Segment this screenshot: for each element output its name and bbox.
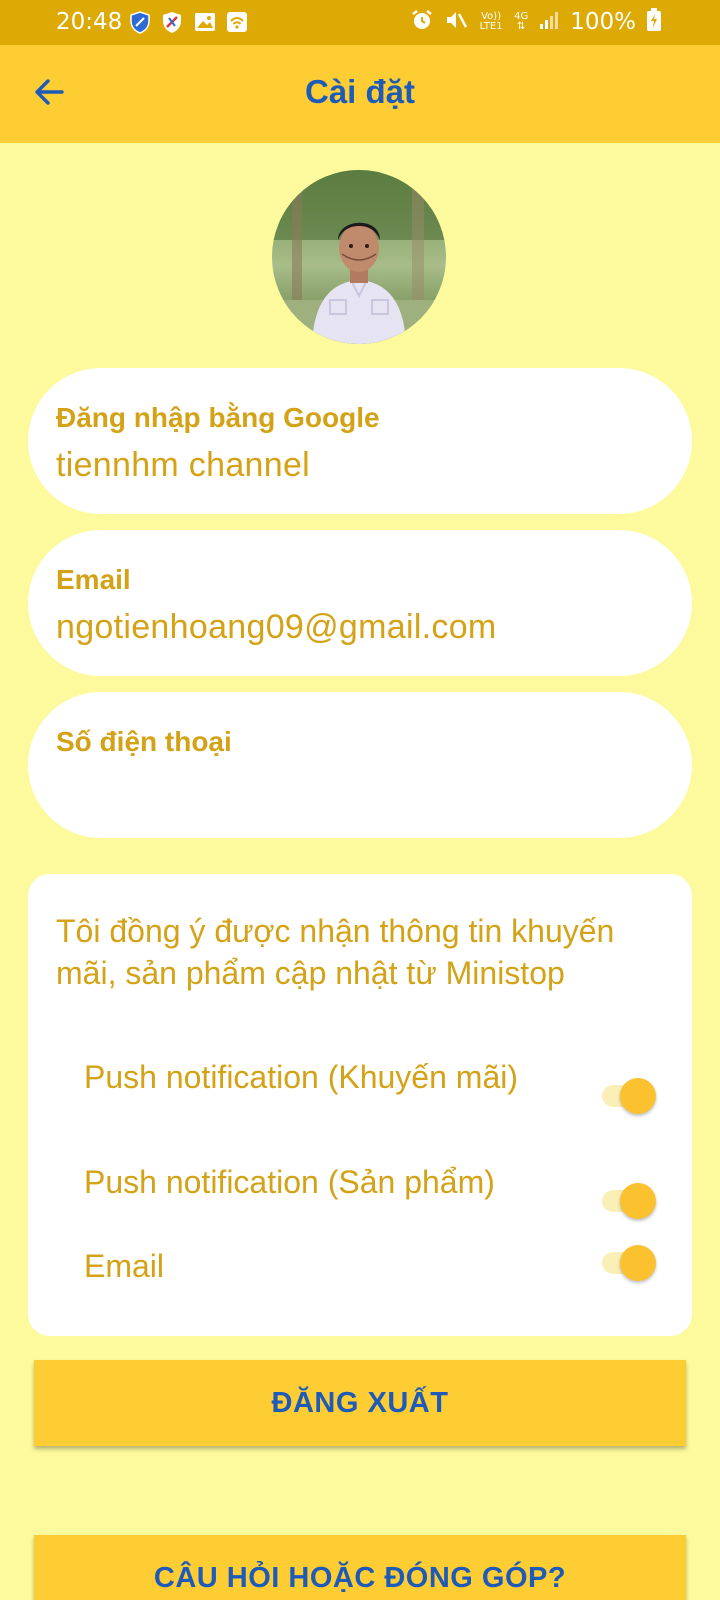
app-bar: Cài đặt <box>0 45 720 143</box>
mute-icon <box>444 8 468 36</box>
toggle-thumb <box>620 1078 656 1114</box>
google-login-label: Đăng nhập bằng Google <box>56 402 380 433</box>
google-login-field[interactable]: Đăng nhập bằng Google tiennhm channel <box>28 368 692 514</box>
battery-percent: 100% <box>570 9 636 35</box>
avatar[interactable] <box>272 170 446 344</box>
toggle-thumb <box>620 1183 656 1219</box>
phone-label: Số điện thoại <box>56 726 232 757</box>
promo-push-toggle[interactable] <box>600 1078 656 1114</box>
wifi-icon <box>225 10 249 34</box>
status-icons-right: Vo)) LTE1 4G ⇅ 100% <box>410 8 662 36</box>
product-push-toggle[interactable] <box>600 1183 656 1219</box>
signal-icon <box>538 9 560 35</box>
image-icon <box>193 10 217 34</box>
alarm-icon <box>410 8 434 36</box>
consent-text: Tôi đồng ý được nhận thông tin khuyến mã… <box>56 913 615 991</box>
volte-icon: Vo)) LTE1 <box>479 11 503 32</box>
shield-icon <box>160 10 184 34</box>
google-login-value: tiennhm channel <box>56 446 311 484</box>
pref-label-promo-push: Push notification (Khuyến mãi) <box>84 1059 518 1095</box>
phone-field[interactable]: Số điện thoại <box>28 692 692 838</box>
shield-icon <box>128 10 152 34</box>
pref-label-product-push: Push notification (Sản phẩm) <box>84 1164 495 1200</box>
data-arrows-icon: 4G ⇅ <box>514 12 528 32</box>
page-title: Cài đặt <box>304 73 416 110</box>
status-bar: 20:48 Vo)) LTE1 4G ⇅ 100% <box>0 0 720 45</box>
email-field[interactable]: Email ngotienhoang09@gmail.com <box>28 530 692 676</box>
email-toggle[interactable] <box>600 1245 656 1281</box>
battery-charging-icon <box>646 8 662 36</box>
toggle-thumb <box>620 1245 656 1281</box>
email-label: Email <box>56 564 131 595</box>
status-time: 20:48 <box>56 9 123 35</box>
logout-button[interactable]: ĐĂNG XUẤT <box>34 1360 686 1446</box>
pref-label-email: Email <box>84 1248 165 1284</box>
feedback-button[interactable]: CÂU HỎI HOẶC ĐÓNG GÓP? <box>34 1535 686 1600</box>
email-value: ngotienhoang09@gmail.com <box>56 608 497 646</box>
arrows-glyph: ⇅ <box>516 21 526 32</box>
marketing-consent-card: Tôi đồng ý được nhận thông tin khuyến mã… <box>28 874 692 1336</box>
